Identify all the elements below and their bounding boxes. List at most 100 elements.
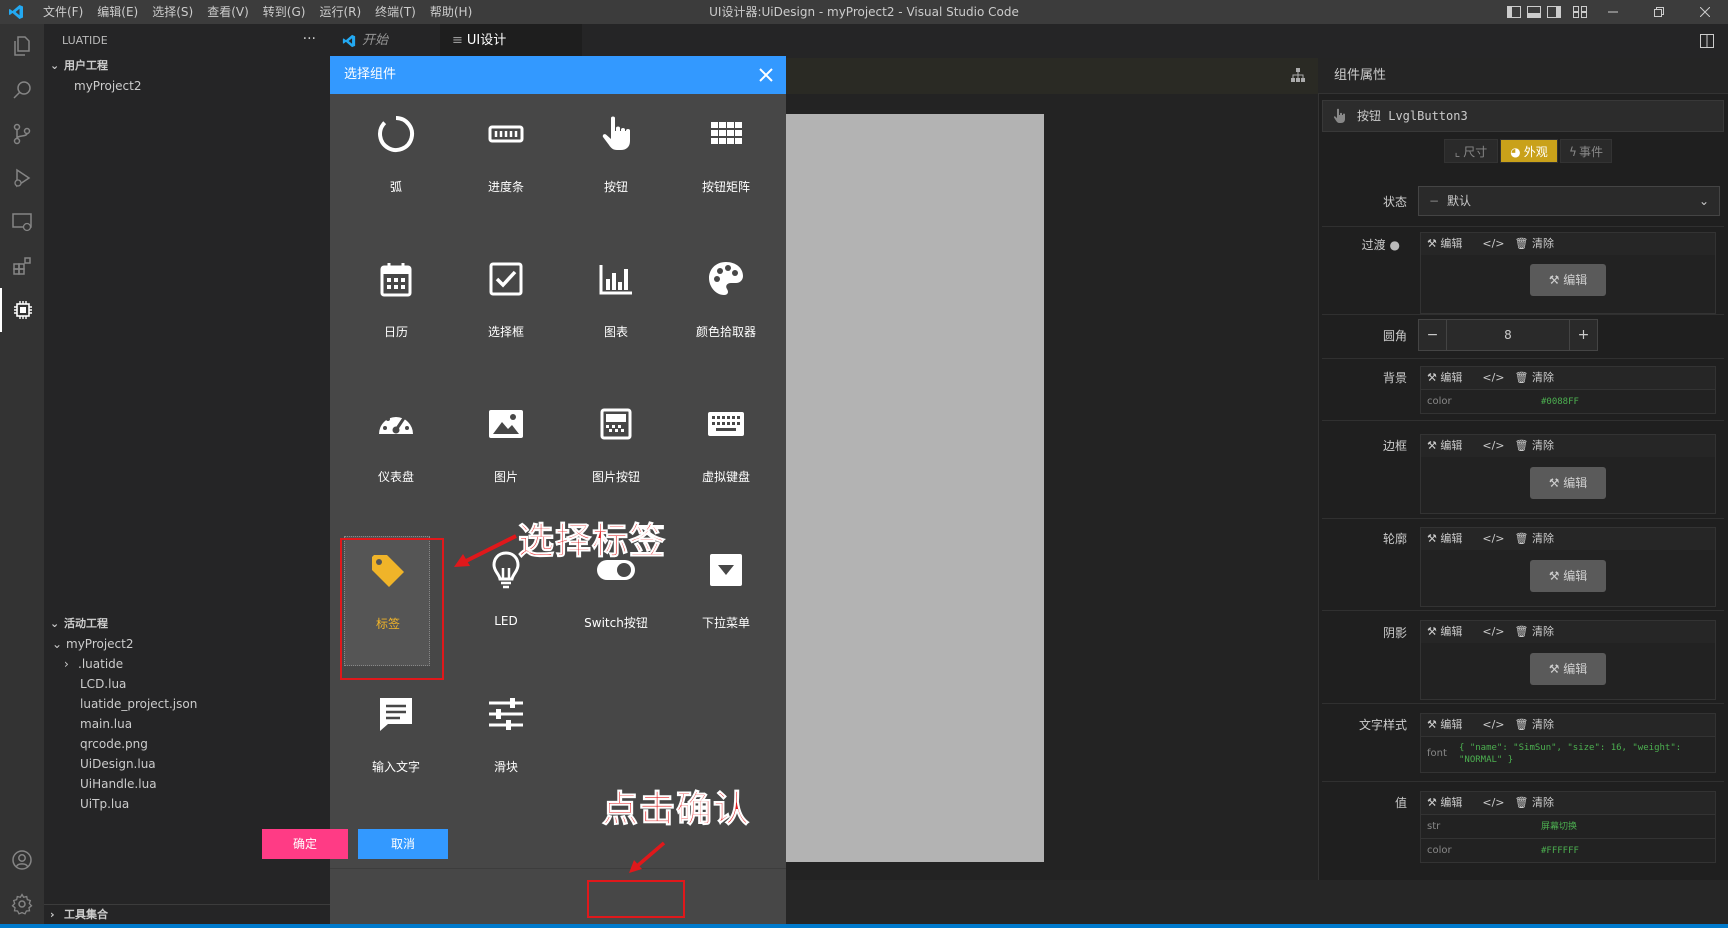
more-actions-icon[interactable]: ··· — [303, 24, 316, 54]
component-arc[interactable]: 弧 — [341, 100, 451, 230]
tree-file[interactable]: UiDesign.lua — [80, 754, 156, 774]
toggle-secondary-sidebar-icon[interactable] — [1544, 0, 1564, 24]
value-str-row[interactable]: str 屏幕切换 — [1421, 814, 1715, 838]
code-action[interactable]: </> — [1482, 439, 1504, 452]
edit-action[interactable]: ⚒ 编辑 — [1427, 237, 1472, 250]
code-action[interactable]: </> — [1482, 625, 1504, 638]
component-button-matrix[interactable]: 按钮矩阵 — [671, 100, 781, 230]
split-editor-icon[interactable] — [1700, 34, 1714, 48]
remote-explorer-icon[interactable] — [0, 200, 44, 244]
state-select[interactable]: − 默认 ⌄ — [1418, 186, 1720, 216]
account-icon[interactable] — [0, 838, 44, 882]
edit-action[interactable]: ⚒ 编辑 — [1427, 796, 1472, 809]
shadow-edit-button[interactable]: ⚒ 编辑 — [1530, 653, 1606, 685]
explorer-icon[interactable] — [0, 24, 44, 68]
hierarchy-icon[interactable] — [1290, 67, 1306, 83]
outline-edit-button[interactable]: ⚒ 编辑 — [1530, 560, 1606, 592]
edit-action[interactable]: ⚒ 编辑 — [1427, 718, 1472, 731]
font-row[interactable]: font { "name": "SimSun", "size": 16, "wei… — [1421, 736, 1715, 770]
toggle-panel-icon[interactable] — [1524, 0, 1544, 24]
component-calendar[interactable]: 日历 — [341, 245, 451, 375]
toggle-sidebar-icon[interactable] — [1504, 0, 1524, 24]
cancel-button[interactable]: 取消 — [358, 829, 448, 859]
close-icon[interactable] — [756, 65, 776, 85]
clear-action[interactable]: 🗑 清除 — [1515, 237, 1564, 250]
extensions-icon[interactable] — [0, 244, 44, 288]
component-image[interactable]: 图片 — [451, 390, 561, 520]
component-text-input[interactable]: 输入文字 — [341, 680, 451, 810]
tree-item-myproject2[interactable]: myProject2 — [74, 76, 141, 96]
state-value: 默认 — [1447, 194, 1472, 208]
clear-action[interactable]: 🗑 清除 — [1515, 796, 1564, 809]
tree-item-root[interactable]: ⌄ myProject2 — [52, 634, 133, 654]
luatide-chip-icon[interactable] — [0, 288, 44, 332]
screen-preview[interactable] — [786, 114, 1044, 862]
component-checkbox[interactable]: 选择框 — [451, 245, 561, 375]
close-window-icon[interactable] — [1682, 0, 1728, 24]
component-color-picker[interactable]: 颜色拾取器 — [671, 245, 781, 375]
clear-action[interactable]: 🗑 清除 — [1515, 439, 1564, 452]
clear-action[interactable]: 🗑 清除 — [1515, 532, 1564, 545]
edit-action[interactable]: ⚒ 编辑 — [1427, 371, 1472, 384]
confirm-button[interactable]: 确定 — [262, 829, 348, 859]
tree-file[interactable]: luatide_project.json — [80, 694, 197, 714]
tab-start[interactable]: 开始 — [330, 24, 440, 58]
tab-appearance[interactable]: ◕ 外观 — [1500, 139, 1558, 163]
code-action[interactable]: </> — [1482, 532, 1504, 545]
background-color-row[interactable]: color #0088FF — [1421, 389, 1715, 413]
edit-action[interactable]: ⚒ 编辑 — [1427, 439, 1472, 452]
tree-file[interactable]: main.lua — [80, 714, 132, 734]
run-debug-icon[interactable] — [0, 156, 44, 200]
tools-section[interactable]: › 工具集合 — [44, 904, 330, 924]
tab-ui-designer[interactable]: ≡UI设计器:UiDesign× — [440, 24, 582, 82]
divider — [1322, 610, 1724, 611]
active-project-section[interactable]: ⌄ 活动工程 — [44, 614, 330, 634]
menu-go[interactable]: 转到(G) — [256, 0, 313, 24]
clear-action[interactable]: 🗑 清除 — [1515, 371, 1564, 384]
minimize-icon[interactable] — [1590, 0, 1636, 24]
transition-edit-button[interactable]: ⚒ 编辑 — [1530, 264, 1606, 296]
component-progress-bar[interactable]: 进度条 — [451, 100, 561, 230]
component-slider[interactable]: 滑块 — [451, 680, 561, 810]
component-chart[interactable]: 图表 — [561, 245, 671, 375]
value-color-row[interactable]: color #FFFFFF — [1421, 838, 1715, 862]
radius-value[interactable]: 8 — [1447, 320, 1569, 350]
tab-size[interactable]: ⌞ 尺寸 — [1444, 139, 1498, 163]
tree-file[interactable]: UiTp.lua — [80, 794, 129, 814]
menu-edit[interactable]: 编辑(E) — [90, 0, 145, 24]
decrement-button[interactable]: − — [1419, 320, 1447, 350]
menu-selection[interactable]: 选择(S) — [145, 0, 200, 24]
code-action[interactable]: </> — [1482, 718, 1504, 731]
customize-layout-icon[interactable] — [1570, 0, 1590, 24]
menu-view[interactable]: 查看(V) — [200, 0, 256, 24]
menu-help[interactable]: 帮助(H) — [423, 0, 479, 24]
code-action[interactable]: </> — [1482, 237, 1504, 250]
menu-run[interactable]: 运行(R) — [312, 0, 368, 24]
border-edit-button[interactable]: ⚒ 编辑 — [1530, 467, 1606, 499]
component-dropdown[interactable]: 下拉菜单 — [671, 536, 781, 666]
tab-events[interactable]: ϟ 事件 — [1560, 139, 1612, 163]
component-keyboard[interactable]: 虚拟键盘 — [671, 390, 781, 520]
menu-file[interactable]: 文件(F) — [36, 0, 90, 24]
tree-item-folder[interactable]: › .luatide — [64, 654, 123, 674]
restore-icon[interactable] — [1636, 0, 1682, 24]
edit-action[interactable]: ⚒ 编辑 — [1427, 625, 1472, 638]
tree-file[interactable]: qrcode.png — [80, 734, 148, 754]
component-image-button[interactable]: 图片按钮 — [561, 390, 671, 520]
source-control-icon[interactable] — [0, 112, 44, 156]
edit-action[interactable]: ⚒ 编辑 — [1427, 532, 1472, 545]
tree-file[interactable]: LCD.lua — [80, 674, 126, 694]
user-project-section[interactable]: ⌄ 用户工程 — [44, 56, 330, 76]
increment-button[interactable]: + — [1569, 320, 1597, 350]
menu-terminal[interactable]: 终端(T) — [368, 0, 423, 24]
code-action[interactable]: </> — [1482, 796, 1504, 809]
settings-gear-icon[interactable] — [0, 882, 44, 926]
tree-file[interactable]: UiHandle.lua — [80, 774, 157, 794]
code-action[interactable]: </> — [1482, 371, 1504, 384]
component-button[interactable]: 按钮 — [561, 100, 671, 230]
component-gauge[interactable]: 仪表盘 — [341, 390, 451, 520]
search-icon[interactable] — [0, 68, 44, 112]
clear-action[interactable]: 🗑 清除 — [1515, 718, 1564, 731]
radius-stepper[interactable]: − 8 + — [1418, 319, 1598, 351]
clear-action[interactable]: 🗑 清除 — [1515, 625, 1564, 638]
